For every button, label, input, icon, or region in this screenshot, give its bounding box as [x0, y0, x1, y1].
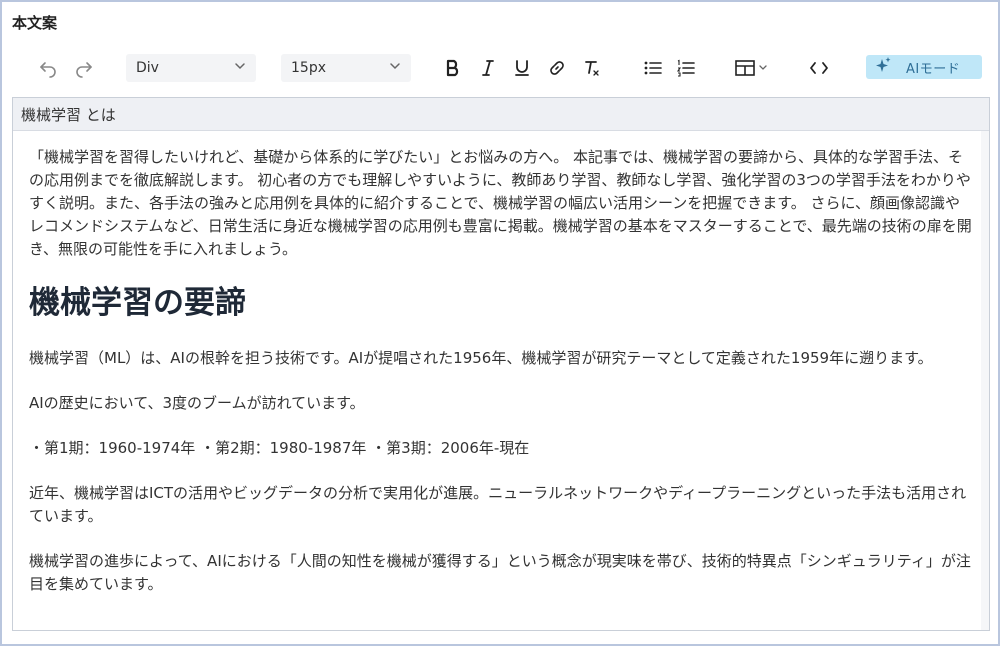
- redo-icon[interactable]: [72, 48, 96, 88]
- underline-icon[interactable]: [511, 48, 533, 88]
- paragraph-5: 機械学習の進歩によって、AIにおける「人間の知性を機械が獲得する」という概念が現…: [29, 552, 971, 593]
- editor-panel: 本文案 Div 15px AIモード 機械学習 とは 「機械学習を習得したいけれ…: [0, 0, 1000, 646]
- bold-icon[interactable]: [442, 48, 464, 88]
- paragraph-1: 機械学習（ML）は、AIの根幹を担う技術です。AIが提唱された1956年、機械学…: [29, 349, 933, 367]
- block-format-value: Div: [136, 60, 159, 76]
- font-size-select[interactable]: 15px: [281, 54, 411, 82]
- italic-icon[interactable]: [477, 48, 499, 88]
- field-label: 本文案: [12, 14, 58, 32]
- clear-format-icon[interactable]: [581, 48, 603, 88]
- chevron-down-icon: [234, 60, 246, 76]
- paragraph-4: 近年、機械学習はICTの活用やビッグデータの分析で実用化が進展。ニューラルネット…: [29, 484, 967, 525]
- link-icon[interactable]: [546, 48, 568, 88]
- ai-mode-button[interactable]: AIモード: [866, 55, 982, 79]
- editor-content[interactable]: 「機械学習を習得したいけれど、基礎から体系的に学びたい」とお悩みの方へ。 本記事…: [29, 146, 973, 618]
- block-format-select[interactable]: Div: [126, 54, 256, 82]
- table-icon[interactable]: [732, 48, 772, 88]
- code-icon[interactable]: [806, 48, 832, 88]
- sparkle-icon: [874, 56, 892, 78]
- intro-paragraph: 「機械学習を習得したいけれど、基礎から体系的に学びたい」とお悩みの方へ。 本記事…: [29, 148, 972, 258]
- editor-title[interactable]: 機械学習 とは: [13, 98, 989, 131]
- scrollbar[interactable]: [981, 131, 989, 630]
- undo-icon[interactable]: [36, 48, 60, 88]
- font-size-value: 15px: [291, 60, 326, 76]
- bullet-list-icon[interactable]: [641, 48, 665, 88]
- paragraph-3: ・第1期：1960-1974年 ・第2期：1980-1987年 ・第3期：200…: [29, 439, 530, 457]
- paragraph-2: AIの歴史において、3度のブームが訪れています。: [29, 394, 365, 412]
- numbered-list-icon[interactable]: [674, 48, 698, 88]
- chevron-down-icon: [389, 60, 401, 76]
- editor-area[interactable]: 機械学習 とは 「機械学習を習得したいけれど、基礎から体系的に学びたい」とお悩み…: [12, 97, 990, 631]
- toolbar: Div 15px AIモード: [12, 48, 990, 88]
- ai-mode-label: AIモード: [906, 61, 961, 77]
- section-heading: 機械学習の要諦: [29, 285, 246, 321]
